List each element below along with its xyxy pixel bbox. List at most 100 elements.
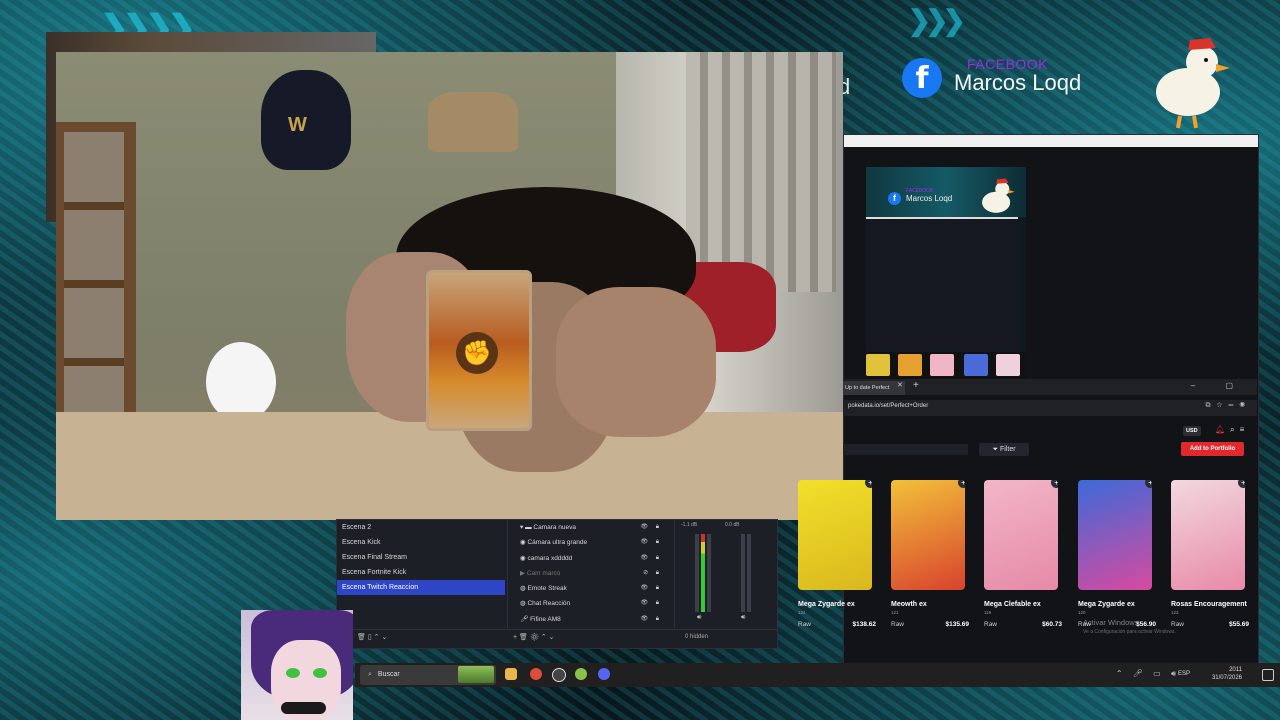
obs-sources-list: ▾ ▬ Camara nueva 👁︎ 🔒︎ ◉ Cámara ultra gran… — [507, 520, 668, 628]
browser-titlebar[interactable] — [844, 135, 1258, 147]
source-label: Chat Reacción — [527, 600, 571, 608]
card-number: 123 — [1171, 610, 1179, 615]
source-label: Emote Streak — [527, 585, 567, 593]
add-card-icon[interactable]: + — [865, 480, 872, 488]
bell-icon: 🔔︎ — [1215, 425, 1231, 434]
chrome-icon[interactable] — [530, 668, 542, 680]
windows-activation-watermark: Activar Windows — [1083, 618, 1139, 627]
card-image[interactable]: + — [1171, 480, 1245, 590]
source-visibility-lock-icons[interactable]: 👁︎ 🔒︎ — [641, 612, 662, 627]
mixer-db-2: 0.0 dB — [725, 522, 740, 528]
site-header: USD 🔔︎⌕≡ — [843, 424, 1257, 442]
source-item[interactable]: ▾ ▬ Camara nueva 👁︎ 🔒︎ — [508, 520, 668, 535]
speaker-icon[interactable]: 🔊︎ — [741, 614, 745, 622]
add-to-portfolio-button[interactable]: Add to Portfolio — [1181, 442, 1244, 456]
scene-item[interactable]: Escena Fortnite Kick — [337, 565, 505, 580]
card-image[interactable]: + — [891, 480, 965, 590]
windows-taskbar: ⌕ Buscar ⌃ 🎤︎ ▭ 🔊︎ ESP 2011 31/07/2026 — [355, 663, 1280, 687]
audio-meter — [707, 534, 711, 612]
nested-stream-preview: f FACEBOOK Marcos Loqd — [866, 167, 1026, 379]
card-name: Mega Zygarde ex — [1078, 601, 1135, 608]
tab-close-icon[interactable]: ✕ — [897, 381, 903, 389]
obs-icon[interactable] — [552, 668, 566, 682]
card-number: 120 — [1078, 610, 1086, 615]
url-text[interactable]: pokedata.io/set/Perfect+Order — [848, 403, 928, 409]
source-toolbar-icons[interactable]: + 🗑 ⚙ ⌃ ⌄ — [513, 633, 554, 641]
mixer-db-1: -1.1 dB — [681, 522, 698, 528]
nested-facebook-name: Marcos Loqd — [906, 194, 953, 203]
card-tile[interactable]: + Rosas Encouragement 123 Raw $55.69 — [1171, 480, 1251, 630]
card-image[interactable]: + — [1078, 480, 1152, 590]
site-header-icons[interactable]: 🔔︎⌕≡ — [1215, 425, 1249, 435]
add-card-icon[interactable]: + — [958, 480, 965, 488]
card-name: Mega Zygarde ex — [798, 601, 855, 608]
card-price-row: Raw $60.73 — [984, 621, 1064, 630]
card-image[interactable]: + — [798, 480, 872, 590]
obs-panel: Escena 2 Escena Kick Escena Final Stream Es… — [336, 519, 778, 649]
nested-card-strip — [866, 352, 1026, 379]
card-name: Meowth ex — [891, 601, 927, 608]
card-price: $60.73 — [1042, 621, 1062, 628]
nested-card — [930, 354, 954, 376]
source-item[interactable]: ◍ Chat Reacción 👁︎ 🔒︎ — [508, 596, 668, 611]
source-item[interactable]: ◉ camara xddddd 👁︎ 🔒︎ — [508, 551, 668, 566]
scene-toolbar-icons[interactable]: 🗑 ▯ ⌃ ⌄ — [357, 633, 387, 641]
source-visibility-lock-icons[interactable]: 👁︎ 🔒︎ — [641, 581, 662, 596]
card-image[interactable]: + — [984, 480, 1058, 590]
source-visibility-lock-icons[interactable]: 👁︎ 🔒︎ — [641, 596, 662, 611]
nested-duck-icon — [982, 178, 1015, 213]
card-search-input[interactable] — [843, 444, 968, 455]
browser-tab[interactable]: Up to date Perfect — [843, 381, 905, 395]
system-tray-icons[interactable]: ⌃ 🎤︎ ▭ 🔊︎ — [1116, 669, 1180, 679]
webcam-hand-right — [556, 287, 716, 437]
app-icon[interactable] — [575, 668, 587, 680]
play-icon: ▶ — [520, 569, 527, 577]
card-tile[interactable]: + Meowth ex 121 Raw $135.69 — [891, 480, 971, 630]
add-card-icon[interactable]: + — [1145, 480, 1152, 488]
scene-item[interactable]: Escena 2 — [337, 520, 505, 535]
scene-item[interactable]: Escena Twitch Reaccion — [337, 580, 505, 595]
tab-title: Up to date Perfect — [845, 385, 890, 391]
source-item[interactable]: ▶ Cam marco ⊘ 🔒︎ — [508, 566, 668, 581]
address-bar-icons[interactable]: ⧉☆⚌◉ — [1206, 402, 1252, 410]
source-label: Fifine AM8 — [530, 615, 561, 623]
filter-button[interactable]: ⏷ Filter — [979, 443, 1029, 456]
card-condition: Raw — [798, 621, 812, 628]
obs-toolbar: 🗑 ▯ ⌃ ⌄ + 🗑 ⚙ ⌃ ⌄ 0 hidden — [337, 629, 777, 648]
speaker-icon[interactable]: 🔊︎ — [697, 614, 701, 622]
currency-selector[interactable]: USD — [1183, 426, 1201, 436]
avatar-collar — [281, 702, 326, 714]
notification-icon[interactable] — [1262, 669, 1274, 681]
clock[interactable]: 2011 31/07/2026 — [1212, 666, 1242, 682]
card-number: 119 — [984, 610, 992, 615]
add-card-icon[interactable]: + — [1238, 480, 1245, 488]
add-card-icon[interactable]: + — [1051, 480, 1058, 488]
facebook-label: FACEBOOK — [967, 56, 1049, 72]
source-item[interactable]: ◍ Emote Streak 👁︎ 🔒︎ — [508, 581, 668, 596]
discord-icon[interactable] — [598, 668, 610, 680]
card-tile[interactable]: + Mega Clefable ex 119 Raw $60.73 — [984, 480, 1064, 630]
file-explorer-icon[interactable] — [505, 668, 517, 680]
facebook-name: Marcos Loqd — [954, 70, 1082, 95]
webcam-bag — [428, 92, 518, 152]
window-controls[interactable]: – ▢ — [1191, 381, 1247, 390]
language-indicator[interactable]: ESP — [1178, 671, 1190, 677]
source-visibility-lock-icons[interactable]: 👁︎ 🔒︎ — [641, 520, 662, 535]
scene-item[interactable]: Escena Final Stream — [337, 550, 505, 565]
webcam-plush — [206, 342, 276, 422]
source-visibility-lock-icons[interactable]: ⊘ 🔒︎ — [643, 566, 662, 581]
nested-card — [866, 354, 890, 376]
duck-mascot-icon — [1156, 38, 1230, 129]
source-visibility-lock-icons[interactable]: 👁︎ 🔒︎ — [641, 551, 662, 566]
source-item[interactable]: 🎤︎ Fifine AM8 👁︎ 🔒︎ — [508, 612, 668, 627]
source-visibility-lock-icons[interactable]: 👁︎ 🔒︎ — [641, 535, 662, 550]
scene-item[interactable]: Escena Kick — [337, 535, 505, 550]
card-price: $138.62 — [852, 621, 877, 628]
card-condition: Raw — [891, 621, 905, 628]
new-tab-icon[interactable]: + — [913, 380, 919, 391]
card-tile[interactable]: + Mega Zygarde ex 120 Raw $56.90 — [1078, 480, 1158, 630]
fist-icon: ✊ — [456, 332, 498, 374]
card-tile[interactable]: + Mega Zygarde ex 124 Raw $138.62 — [798, 480, 878, 630]
address-bar[interactable]: pokedata.io/set/Perfect+Order ⧉☆⚌◉ — [843, 400, 1257, 416]
source-item[interactable]: ◉ Cámara ultra grande 👁︎ 🔒︎ — [508, 535, 668, 550]
